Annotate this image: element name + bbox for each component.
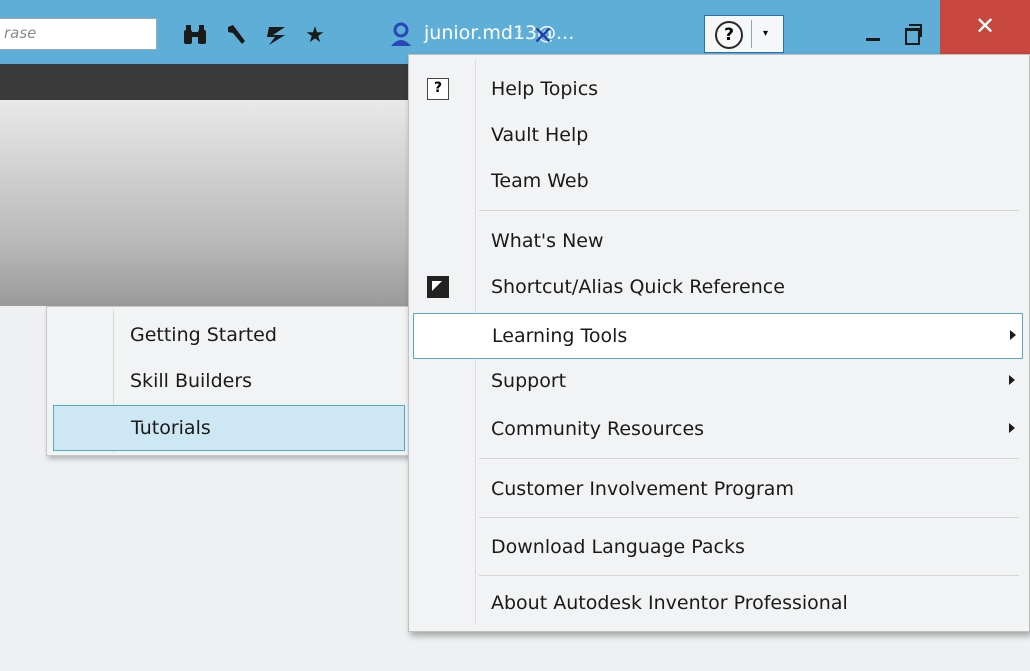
- menu-separator: [479, 210, 1019, 211]
- submenu-arrow-icon: [1009, 423, 1015, 433]
- satellite-icon[interactable]: [262, 22, 292, 48]
- user-icon[interactable]: [386, 22, 416, 48]
- background-panel: [0, 100, 410, 306]
- menu-item-download-language-packs[interactable]: Download Language Packs: [413, 525, 1023, 571]
- help-icon: ?: [715, 21, 743, 49]
- menu-item-vault-help[interactable]: Vault Help: [413, 113, 1023, 159]
- menu-item-help-topics[interactable]: ? Help Topics: [413, 67, 1023, 113]
- wrench-icon[interactable]: [222, 22, 252, 48]
- menu-item-about[interactable]: About Autodesk Inventor Professional: [413, 581, 1023, 627]
- menu-separator: [479, 575, 1019, 576]
- menu-item-support[interactable]: Support: [413, 359, 1023, 405]
- help-dropdown-menu: ? Help Topics Vault Help Team Web What's…: [408, 54, 1030, 632]
- learning-tools-submenu: Getting Started Skill Builders Tutorials: [46, 306, 410, 456]
- submenu-item-skill-builders[interactable]: Skill Builders: [53, 359, 405, 405]
- submenu-item-label: Skill Builders: [130, 370, 253, 392]
- menu-item-whats-new[interactable]: What's New: [413, 219, 1023, 265]
- submenu-item-label: Tutorials: [131, 417, 211, 439]
- submenu-arrow-icon: [1010, 330, 1016, 340]
- close-button[interactable]: ✕: [940, 0, 1030, 54]
- restore-button[interactable]: [890, 18, 930, 52]
- menu-item-shortcut-reference[interactable]: Shortcut/Alias Quick Reference: [413, 265, 1023, 311]
- menu-item-customer-involvement[interactable]: Customer Involvement Program: [413, 467, 1023, 513]
- star-icon[interactable]: ★: [300, 22, 330, 48]
- menu-item-team-web[interactable]: Team Web: [413, 159, 1023, 205]
- submenu-item-label: Getting Started: [130, 324, 277, 346]
- binoculars-icon[interactable]: [180, 22, 210, 48]
- autodesk-exchange-icon[interactable]: ✕: [528, 21, 558, 50]
- menu-separator: [479, 517, 1019, 518]
- user-dropdown-caret-icon[interactable]: ▾: [517, 28, 522, 38]
- search-box[interactable]: [0, 18, 157, 50]
- submenu-item-tutorials[interactable]: Tutorials: [53, 405, 405, 451]
- help-topics-icon: ?: [427, 78, 449, 100]
- help-dropdown-caret-icon[interactable]: ▾: [763, 28, 768, 39]
- menu-separator: [479, 458, 1019, 459]
- submenu-arrow-icon: [1009, 375, 1015, 385]
- search-input[interactable]: [0, 19, 154, 47]
- submenu-item-getting-started[interactable]: Getting Started: [53, 313, 405, 359]
- menu-item-community-resources[interactable]: Community Resources: [413, 407, 1023, 453]
- menu-item-learning-tools[interactable]: Learning Tools: [413, 313, 1023, 359]
- ribbon-strip: [0, 64, 410, 100]
- help-button[interactable]: ? ▾: [704, 15, 784, 53]
- minimize-button[interactable]: [852, 22, 892, 52]
- shortcut-arrow-icon: [427, 276, 449, 298]
